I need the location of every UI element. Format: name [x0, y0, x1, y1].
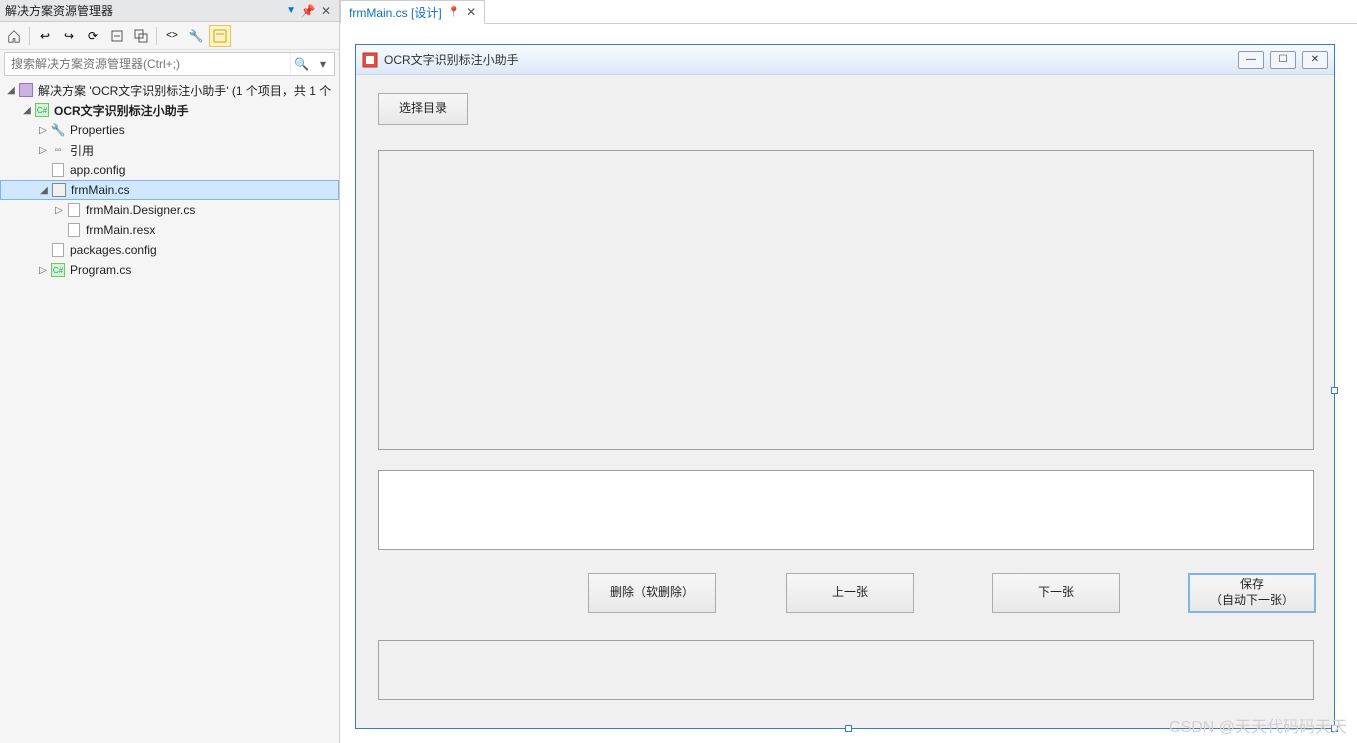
- form-body: 选择目录 删除（软删除） 上一张 下一张 保存（自动下一张）: [356, 75, 1334, 728]
- tree-references[interactable]: ▷ ▫▫ 引用: [0, 140, 339, 160]
- search-options-icon[interactable]: ▾: [312, 53, 334, 75]
- file-icon: [66, 222, 82, 238]
- form-icon: [51, 182, 67, 198]
- solution-icon: [18, 82, 34, 98]
- select-dir-button[interactable]: 选择目录: [378, 93, 468, 125]
- file-icon: [66, 202, 82, 218]
- tree-frmmain[interactable]: ◢ frmMain.cs: [0, 180, 339, 200]
- window-buttons: — ☐ ✕: [1238, 51, 1328, 69]
- tree-appconfig[interactable]: app.config: [0, 160, 339, 180]
- panel-title: 解决方案资源管理器: [5, 2, 286, 19]
- save-button[interactable]: 保存（自动下一张）: [1188, 573, 1316, 613]
- winform-designer[interactable]: OCR文字识别标注小助手 — ☐ ✕ 选择目录 删除（软删除） 上一张: [355, 44, 1335, 729]
- designer-area: frmMain.cs [设计] 📍 ✕ OCR文字识别标注小助手 — ☐ ✕ 选…: [340, 0, 1357, 743]
- expand-icon[interactable]: ▷: [36, 265, 50, 276]
- expand-icon[interactable]: ▷: [52, 205, 66, 216]
- prev-button[interactable]: 上一张: [786, 573, 914, 613]
- csfile-icon: C#: [50, 262, 66, 278]
- tree-project[interactable]: ◢ C# OCR文字识别标注小助手: [0, 100, 339, 120]
- close-icon[interactable]: ✕: [318, 3, 334, 19]
- collapse-button[interactable]: [106, 25, 128, 47]
- preview-panel[interactable]: [378, 150, 1314, 450]
- tab-strip: frmMain.cs [设计] 📍 ✕: [340, 0, 1357, 24]
- minimize-button[interactable]: —: [1238, 51, 1264, 69]
- tab-frmmain-design[interactable]: frmMain.cs [设计] 📍 ✕: [340, 0, 485, 24]
- solution-tree: ◢ 解决方案 'OCR文字识别标注小助手' (1 个项目，共 1 个 ◢ C# …: [0, 78, 339, 743]
- pin-icon[interactable]: 📌: [300, 3, 316, 19]
- text-input-box[interactable]: [378, 470, 1314, 550]
- expand-icon[interactable]: ◢: [4, 85, 18, 96]
- view-code-button[interactable]: <>: [161, 25, 183, 47]
- home-button[interactable]: [3, 25, 25, 47]
- search-icon[interactable]: 🔍: [290, 53, 312, 75]
- form-title: OCR文字识别标注小助手: [384, 51, 1238, 68]
- resize-handle-right[interactable]: [1331, 387, 1338, 394]
- wrench-icon: 🔧: [50, 122, 66, 138]
- sync-button[interactable]: ⟳: [82, 25, 104, 47]
- panel-options-icon[interactable]: ▼: [286, 5, 296, 16]
- delete-button[interactable]: 删除（软删除）: [588, 573, 716, 613]
- search-box[interactable]: 🔍 ▾: [4, 52, 335, 76]
- config-icon: [50, 242, 66, 258]
- forward-button[interactable]: ↪: [58, 25, 80, 47]
- toolbar-divider: [29, 27, 30, 45]
- tree-solution[interactable]: ◢ 解决方案 'OCR文字识别标注小助手' (1 个项目，共 1 个: [0, 80, 339, 100]
- showall-button[interactable]: [130, 25, 152, 47]
- resize-handle-bottom[interactable]: [845, 725, 852, 732]
- references-icon: ▫▫: [50, 142, 66, 158]
- maximize-button[interactable]: ☐: [1270, 51, 1296, 69]
- close-button[interactable]: ✕: [1302, 51, 1328, 69]
- design-canvas[interactable]: OCR文字识别标注小助手 — ☐ ✕ 选择目录 删除（软删除） 上一张: [340, 24, 1357, 743]
- expand-icon[interactable]: ▷: [36, 145, 50, 156]
- solution-toolbar: ↩ ↪ ⟳ <> 🔧: [0, 22, 339, 50]
- config-icon: [50, 162, 66, 178]
- properties-button[interactable]: 🔧: [185, 25, 207, 47]
- tree-resx[interactable]: frmMain.resx: [0, 220, 339, 240]
- solution-explorer-panel: 解决方案资源管理器 ▼ 📌 ✕ ↩ ↪ ⟳ <> 🔧 🔍 ▾ ◢: [0, 0, 340, 743]
- csproj-icon: C#: [34, 102, 50, 118]
- expand-icon[interactable]: ◢: [37, 185, 51, 196]
- toolbar-divider: [156, 27, 157, 45]
- form-app-icon: [362, 52, 378, 68]
- form-titlebar: OCR文字识别标注小助手 — ☐ ✕: [356, 45, 1334, 75]
- expand-icon[interactable]: ◢: [20, 105, 34, 116]
- tree-designer[interactable]: ▷ frmMain.Designer.cs: [0, 200, 339, 220]
- tree-program[interactable]: ▷ C# Program.cs: [0, 260, 339, 280]
- tab-close-icon[interactable]: ✕: [466, 5, 476, 19]
- tree-packages[interactable]: packages.config: [0, 240, 339, 260]
- resize-handle-corner[interactable]: [1331, 725, 1338, 732]
- back-button[interactable]: ↩: [34, 25, 56, 47]
- next-button[interactable]: 下一张: [992, 573, 1120, 613]
- tree-properties[interactable]: ▷ 🔧 Properties: [0, 120, 339, 140]
- expand-icon[interactable]: ▷: [36, 125, 50, 136]
- panel-header: 解决方案资源管理器 ▼ 📌 ✕: [0, 0, 339, 22]
- tab-pin-icon[interactable]: 📍: [448, 7, 460, 18]
- preview-button[interactable]: [209, 25, 231, 47]
- search-input[interactable]: [5, 57, 290, 71]
- status-panel[interactable]: [378, 640, 1314, 700]
